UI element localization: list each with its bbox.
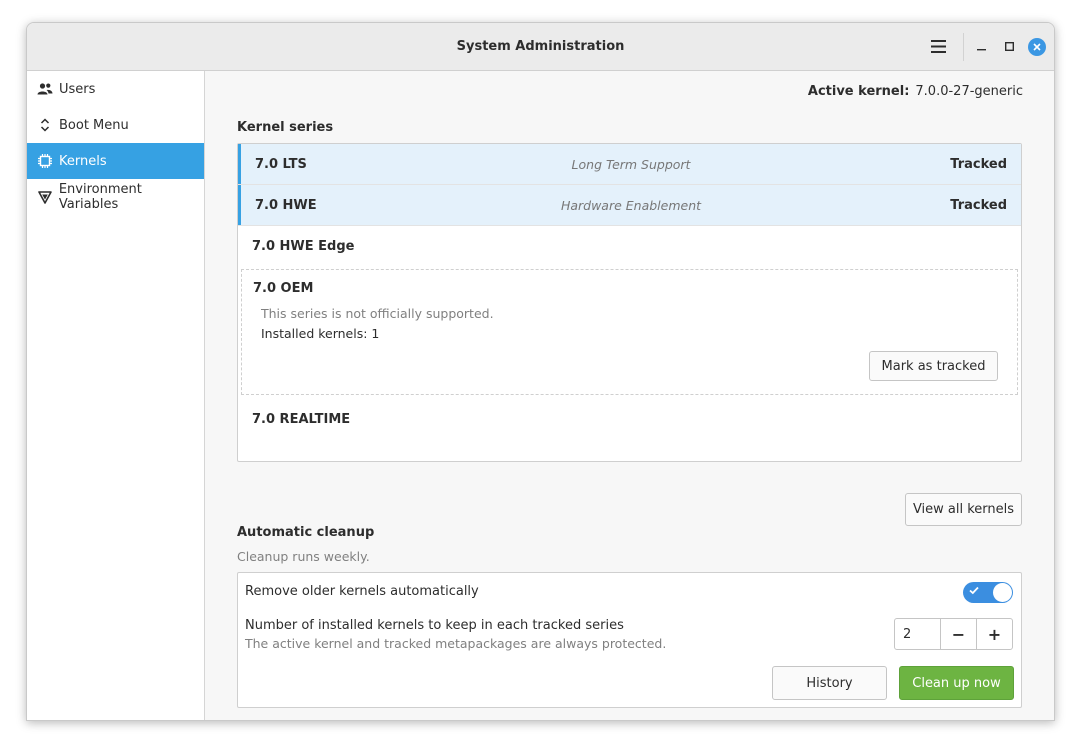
series-state: Tracked bbox=[950, 197, 1007, 213]
series-name: 7.0 HWE Edge bbox=[252, 238, 355, 254]
sidebar-item-label: Kernels bbox=[59, 153, 107, 169]
series-row-hwe-edge[interactable]: 7.0 HWE Edge bbox=[238, 226, 1021, 266]
series-description: Hardware Enablement bbox=[560, 197, 702, 213]
toggle-knob bbox=[993, 583, 1012, 602]
sidebar-item-boot-menu[interactable]: Boot Menu bbox=[27, 107, 204, 143]
app-window: System Administration Users Boot Menu Ke… bbox=[26, 22, 1055, 721]
view-all-kernels-button[interactable]: View all kernels bbox=[905, 493, 1022, 526]
increment-button[interactable]: + bbox=[976, 619, 1012, 649]
sidebar-item-label: Environment Variables bbox=[58, 182, 142, 212]
mark-as-tracked-button[interactable]: Mark as tracked bbox=[869, 351, 998, 381]
sidebar-item-label: Boot Menu bbox=[59, 117, 129, 133]
chip-icon bbox=[37, 153, 53, 169]
kernel-series-heading: Kernel series bbox=[237, 120, 334, 135]
sidebar-item-label: Users bbox=[59, 81, 96, 97]
keep-count-label: Number of installed kernels to keep in e… bbox=[245, 618, 624, 633]
automatic-cleanup-heading: Automatic cleanup bbox=[237, 525, 375, 540]
decrement-button[interactable]: − bbox=[941, 619, 976, 649]
titlebar-separator bbox=[963, 33, 964, 61]
sidebar: Users Boot Menu Kernels Environment Vari… bbox=[27, 71, 205, 720]
active-kernel-label: Active kernel: bbox=[807, 84, 910, 99]
series-row-realtime[interactable]: 7.0 REALTIME bbox=[238, 399, 1021, 439]
history-button[interactable]: History bbox=[772, 666, 887, 700]
check-icon bbox=[969, 586, 979, 595]
series-installed-count: Installed kernels: 1 bbox=[261, 326, 380, 341]
active-kernel: Active kernel: 7.0.0-27-generic bbox=[808, 84, 1023, 99]
series-description: Long Term Support bbox=[571, 156, 691, 172]
cleanup-schedule-text: Cleanup runs weekly. bbox=[237, 549, 370, 564]
sidebar-item-environment-variables[interactable]: Environment Variables bbox=[27, 179, 204, 215]
keep-count-input[interactable]: 2 bbox=[895, 619, 941, 649]
active-kernel-value: 7.0.0-27-generic bbox=[915, 84, 1023, 99]
hamburger-menu-icon[interactable] bbox=[925, 23, 951, 70]
auto-remove-toggle[interactable] bbox=[963, 582, 1013, 603]
series-support-note: This series is not officially supported. bbox=[261, 306, 494, 321]
clean-up-now-button[interactable]: Clean up now bbox=[899, 666, 1014, 700]
series-state: Tracked bbox=[950, 156, 1007, 172]
auto-remove-label: Remove older kernels automatically bbox=[245, 584, 479, 599]
series-row-oem-expanded[interactable]: 7.0 OEM This series is not officially su… bbox=[241, 269, 1018, 395]
keep-count-stepper: 2 − + bbox=[894, 618, 1013, 650]
series-name: 7.0 OEM bbox=[253, 281, 314, 296]
variables-icon bbox=[37, 189, 53, 205]
sidebar-item-users[interactable]: Users bbox=[27, 71, 204, 107]
cleanup-settings: Remove older kernels automatically Numbe… bbox=[237, 572, 1022, 708]
close-icon[interactable] bbox=[1027, 23, 1047, 70]
users-icon bbox=[37, 81, 53, 97]
main-content: Active kernel: 7.0.0-27-generic Kernel se… bbox=[205, 71, 1054, 720]
maximize-icon[interactable] bbox=[999, 23, 1019, 70]
keep-count-sub: The active kernel and tracked metapackag… bbox=[245, 636, 667, 651]
kernel-series-list: 7.0 LTS Long Term Support Tracked 7.0 HW… bbox=[237, 143, 1022, 462]
minimize-icon[interactable] bbox=[971, 23, 991, 70]
series-row-lts[interactable]: 7.0 LTS Long Term Support Tracked bbox=[238, 144, 1021, 184]
window-title: System Administration bbox=[456, 39, 625, 54]
sidebar-item-kernels[interactable]: Kernels bbox=[27, 143, 204, 179]
series-row-hwe[interactable]: 7.0 HWE Hardware Enablement Tracked bbox=[238, 185, 1021, 225]
titlebar: System Administration bbox=[27, 23, 1054, 71]
series-name: 7.0 REALTIME bbox=[252, 411, 351, 427]
boot-menu-icon bbox=[37, 117, 53, 133]
